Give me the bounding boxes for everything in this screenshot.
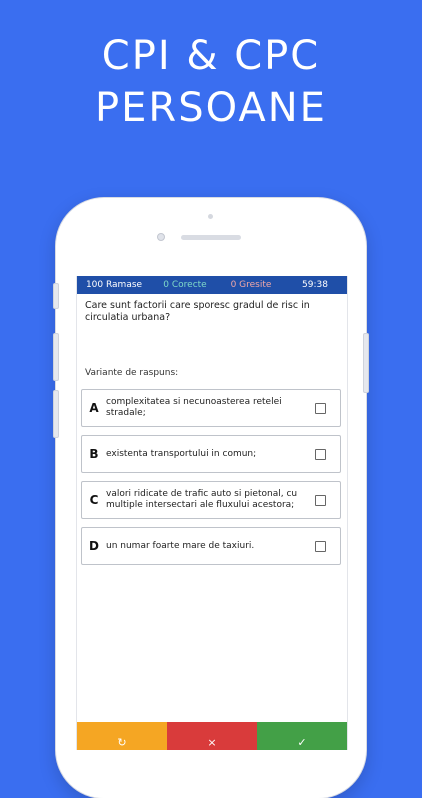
remaining-count: 100 Ramase bbox=[85, 280, 143, 290]
power-button bbox=[363, 333, 369, 393]
answer-option-d[interactable]: D un numar foarte mare de taxiuri. bbox=[81, 527, 341, 565]
variants-label: Variante de raspuns: bbox=[85, 368, 179, 378]
answer-letter: D bbox=[89, 539, 99, 553]
answer-checkbox[interactable] bbox=[315, 402, 326, 414]
promo-title: CPI & CPC PERSOANE bbox=[0, 30, 422, 134]
answer-letter: C bbox=[89, 493, 99, 507]
answer-text: complexitatea si necunoasterea retelei s… bbox=[106, 397, 282, 418]
volume-up-button bbox=[53, 333, 59, 381]
action-bar: ↻ × ✓ bbox=[77, 722, 347, 750]
answer-option-b[interactable]: B existenta transportului in comun; bbox=[81, 435, 341, 473]
answer-checkbox[interactable] bbox=[315, 448, 326, 460]
confirm-button[interactable]: ✓ bbox=[257, 722, 347, 750]
correct-count: 0 Corecte bbox=[163, 280, 207, 290]
answer-option-a[interactable]: A complexitatea si necunoasterea retelei… bbox=[81, 389, 341, 427]
silent-switch bbox=[53, 283, 59, 309]
answer-text: existenta transportului in comun; bbox=[106, 448, 257, 459]
wrong-count: 0 Gresite bbox=[230, 280, 272, 290]
answer-text: valori ridicate de trafic auto si pieton… bbox=[106, 489, 298, 510]
promo-title-line2: PERSOANE bbox=[95, 85, 327, 131]
close-button[interactable]: × bbox=[167, 722, 257, 750]
restart-icon: ↻ bbox=[117, 736, 127, 749]
answer-text: un numar foarte mare de taxiuri. bbox=[106, 540, 255, 551]
close-icon: × bbox=[207, 736, 217, 749]
question-text: Care sunt factorii care sporesc gradul d… bbox=[85, 300, 310, 323]
volume-down-button bbox=[53, 390, 59, 438]
answer-checkbox[interactable] bbox=[315, 540, 326, 552]
app-screen: 100 Ramase 0 Corecte 0 Gresite 59:38 Car… bbox=[76, 276, 348, 750]
timer: 59:38 bbox=[302, 280, 328, 290]
answer-letter: B bbox=[89, 447, 99, 461]
restart-button[interactable]: ↻ bbox=[77, 722, 167, 750]
answer-letter: A bbox=[89, 401, 99, 415]
earpiece-speaker bbox=[181, 235, 241, 240]
answer-option-c[interactable]: C valori ridicate de trafic auto si piet… bbox=[81, 481, 341, 519]
answer-checkbox[interactable] bbox=[315, 494, 326, 506]
front-sensor bbox=[208, 214, 213, 219]
quiz-status-bar: 100 Ramase 0 Corecte 0 Gresite 59:38 bbox=[77, 276, 347, 294]
front-camera bbox=[157, 233, 165, 241]
check-icon: ✓ bbox=[297, 736, 307, 749]
promo-title-line1: CPI & CPC bbox=[101, 33, 321, 79]
